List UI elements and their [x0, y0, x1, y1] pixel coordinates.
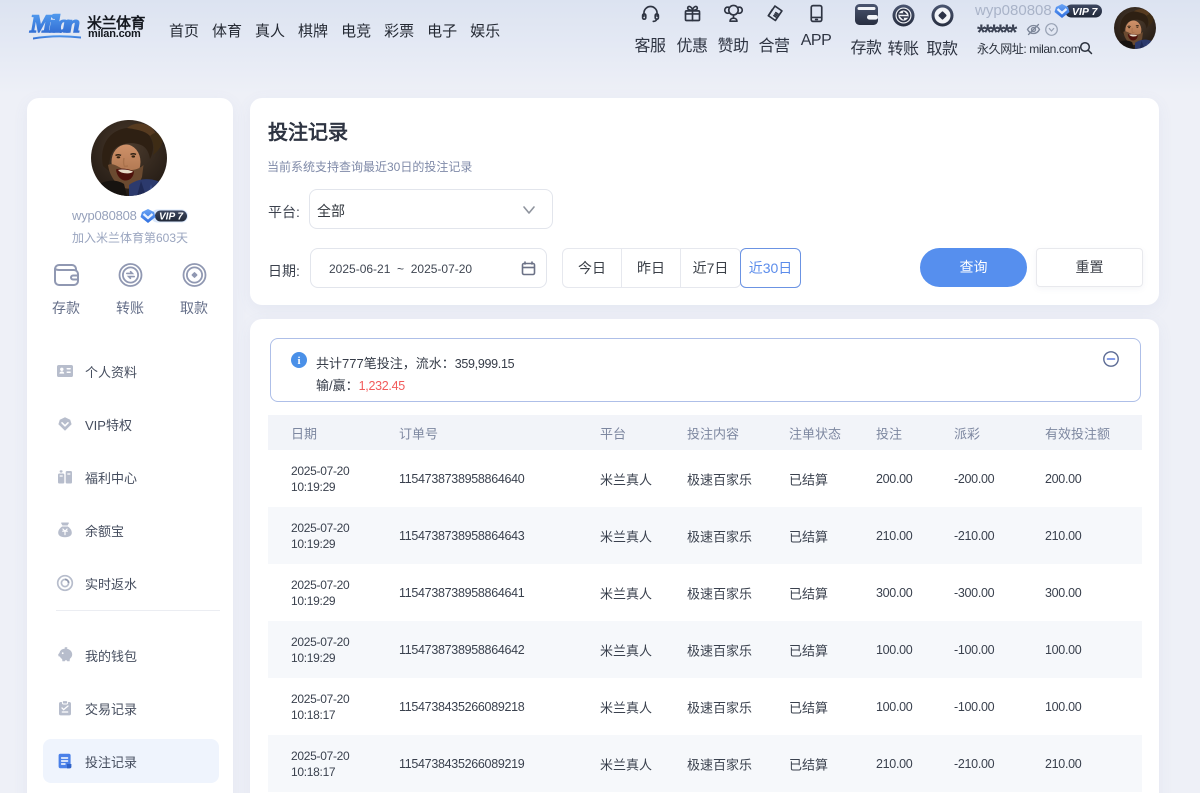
svg-text:VIP 7: VIP 7 [159, 212, 184, 223]
svg-text:VIP 7: VIP 7 [1072, 6, 1098, 18]
svg-text:i: i [297, 355, 300, 367]
svg-text:Milan: Milan [29, 11, 80, 38]
